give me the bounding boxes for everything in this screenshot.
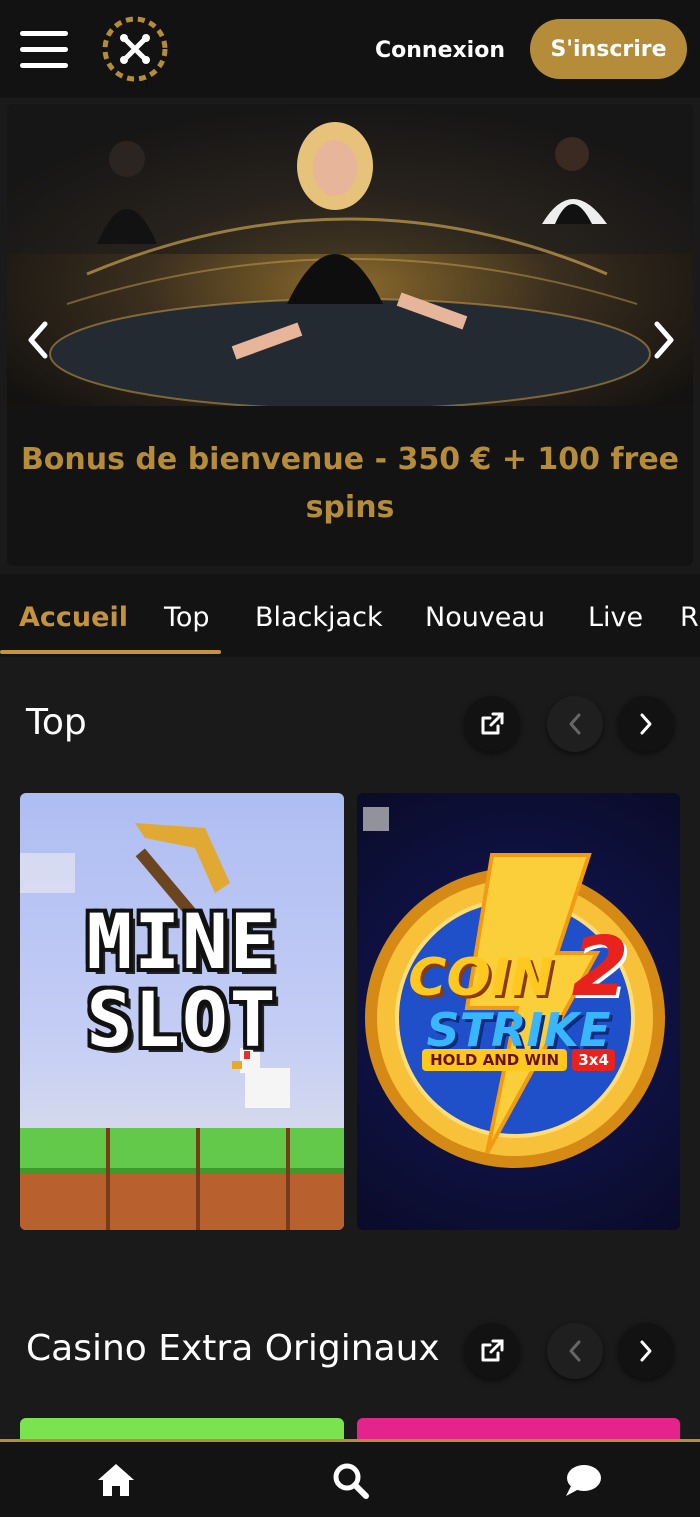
game-title-number: 2	[571, 920, 629, 1015]
hamburger-icon[interactable]	[20, 29, 68, 71]
signup-button[interactable]: S'inscrire	[530, 19, 687, 79]
promo-banner[interactable]: Bonus de bienvenue - 350 € + 100 free sp…	[7, 104, 693, 566]
top-header: Connexion S'inscrire	[0, 0, 700, 98]
hero-prev-arrow[interactable]	[19, 318, 59, 362]
login-button[interactable]: Connexion	[370, 28, 510, 72]
home-icon[interactable]	[94, 1458, 138, 1502]
search-icon[interactable]	[328, 1458, 372, 1502]
game-title-line1: MINE	[86, 897, 278, 986]
game-subtitle: HOLD AND WIN	[422, 1049, 568, 1071]
chat-icon[interactable]	[561, 1458, 605, 1502]
chevron-right-icon	[640, 713, 652, 735]
game-badge: 3x4	[572, 1049, 615, 1071]
section-next-button[interactable]	[618, 1323, 674, 1379]
game-card-coin-strike-2[interactable]: COIN 2 STRIKE HOLD AND WIN 3x4	[357, 793, 680, 1230]
game-title-line1: COIN	[408, 948, 554, 1008]
game-card-mine-slot[interactable]: MINE SLOT	[20, 793, 344, 1230]
chevron-right-icon	[640, 1340, 652, 1362]
section-next-button[interactable]	[618, 696, 674, 752]
tab-more[interactable]: R	[680, 602, 699, 633]
chevron-left-icon	[569, 1340, 581, 1362]
live-dealer-image	[7, 104, 693, 406]
category-tabs: Accueil Top Blackjack Nouveau Live R	[0, 574, 700, 657]
tab-blackjack[interactable]: Blackjack	[255, 602, 383, 633]
external-link-icon	[481, 1339, 504, 1362]
tab-top[interactable]: Top	[164, 602, 210, 633]
open-section-button[interactable]	[464, 696, 520, 752]
section-title-originals: Casino Extra Originaux	[26, 1328, 440, 1369]
hero-title: Bonus de bienvenue - 350 € + 100 free sp…	[20, 442, 680, 525]
external-link-icon	[481, 712, 504, 735]
section-prev-button[interactable]	[547, 696, 603, 752]
chevron-left-icon	[569, 713, 581, 735]
tab-nouveau[interactable]: Nouveau	[425, 602, 545, 633]
open-section-button[interactable]	[464, 1323, 520, 1379]
section-title-top: Top	[26, 702, 87, 743]
tab-live[interactable]: Live	[588, 602, 643, 633]
brand-logo[interactable]	[100, 14, 170, 84]
tab-accueil[interactable]: Accueil	[19, 602, 128, 633]
active-tab-indicator	[0, 650, 221, 654]
bottom-nav	[0, 1442, 700, 1517]
section-prev-button[interactable]	[547, 1323, 603, 1379]
game-title-line2: SLOT	[86, 975, 278, 1064]
hero-next-arrow[interactable]	[643, 318, 683, 362]
